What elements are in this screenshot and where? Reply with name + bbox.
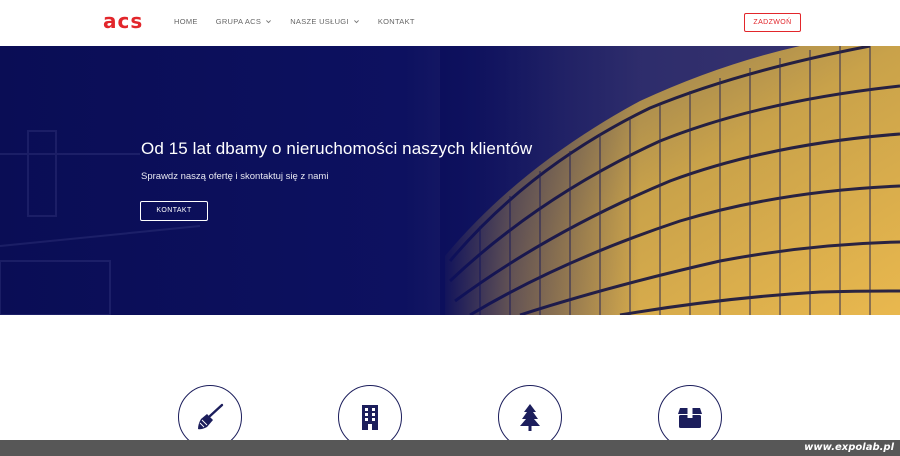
building-icon	[362, 405, 378, 430]
chevron-down-icon	[266, 20, 272, 24]
nav-item-kontakt[interactable]: KONTAKT	[378, 17, 415, 26]
hero-background-image	[0, 46, 900, 315]
broom-icon	[198, 403, 224, 430]
call-button[interactable]: ZADZWOŃ	[744, 13, 801, 32]
nav-label: NASZE USŁUGI	[290, 17, 349, 26]
nav-item-grupa-acs[interactable]: GRUPA ACS	[216, 17, 273, 26]
hero-subtitle: Sprawdz naszą ofertę i skontaktuj się z …	[141, 171, 329, 182]
nav-label: GRUPA ACS	[215, 17, 262, 26]
nav-label: KONTAKT	[377, 17, 415, 26]
main-nav: HOME GRUPA ACS NASZE USŁUGI KONTAKT	[174, 17, 433, 26]
services-section	[0, 315, 900, 456]
chevron-down-icon	[353, 20, 359, 24]
hero-section: Od 15 lat dbamy o nieruchomości naszych …	[0, 46, 900, 315]
nav-item-nasze-uslugi[interactable]: NASZE USŁUGI	[290, 17, 360, 26]
hero-contact-button[interactable]: KONTAKT	[140, 201, 208, 221]
logo[interactable]: acs	[103, 9, 149, 33]
nav-item-home[interactable]: HOME	[174, 17, 198, 26]
nav-label: HOME	[174, 17, 198, 26]
tree-icon	[520, 404, 540, 431]
site-header: acs HOME GRUPA ACS NASZE USŁUGI KONTAKT …	[0, 0, 900, 46]
box-icon	[678, 408, 702, 428]
watermark-text: www.expolab.pl	[804, 442, 894, 453]
hero-title: Od 15 lat dbamy o nieruchomości naszych …	[141, 139, 533, 158]
logo-text: acs	[103, 9, 144, 33]
watermark-bar: www.expolab.pl	[0, 440, 900, 456]
